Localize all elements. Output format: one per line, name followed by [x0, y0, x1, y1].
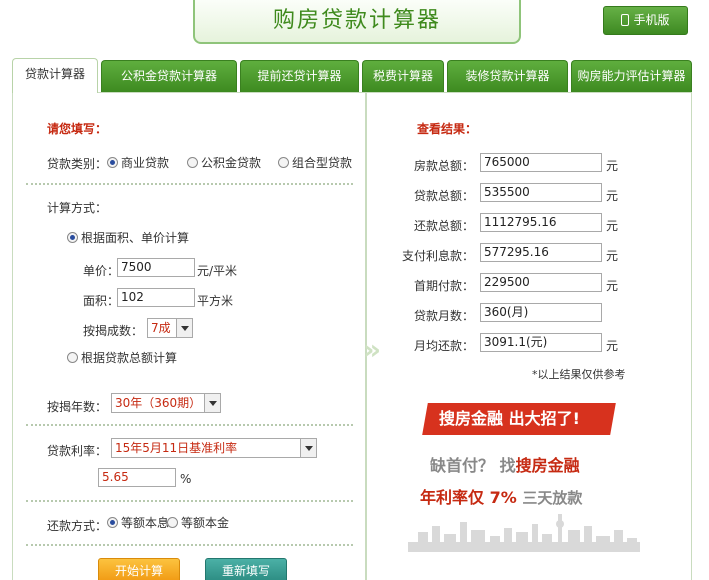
- result-loan-total[interactable]: 535500: [480, 183, 602, 202]
- calculator-tabs: 贷款计算器 公积金贷款计算器 提前还贷计算器 税费计算器 装修贷款计算器 购房能…: [12, 58, 692, 93]
- radio-icon[interactable]: [107, 517, 118, 528]
- rate-select-value: 15年5月11日基准利率: [115, 441, 238, 455]
- years-label: 按揭年数：: [47, 400, 108, 414]
- unit-price-label: 单价：: [83, 264, 120, 278]
- radio-icon[interactable]: [278, 157, 289, 168]
- area-unit: 平方米: [197, 294, 234, 308]
- radio-icon[interactable]: [187, 157, 198, 168]
- repay-label: 还款方式：: [47, 519, 108, 533]
- repay-equal-principal[interactable]: 等额本金: [167, 514, 229, 531]
- result-unit: 元: [606, 189, 619, 203]
- rate-select[interactable]: 15年5月11日基准利率: [111, 438, 317, 458]
- result-label-repay-total: 还款总额：: [413, 219, 474, 233]
- chevron-down-icon: [204, 394, 220, 412]
- result-down-payment[interactable]: 229500: [480, 273, 602, 292]
- method-area-label: 根据面积、单价计算: [81, 231, 190, 245]
- ratio-label: 按揭成数：: [83, 324, 144, 338]
- calc-method-label: 计算方式：: [47, 201, 108, 215]
- result-label-monthly-payment: 月均还款：: [413, 339, 474, 353]
- form-heading: 请您填写：: [47, 122, 108, 136]
- repay-equal-installment-label: 等额本息: [121, 516, 170, 530]
- reset-button[interactable]: 重新填写: [205, 558, 287, 580]
- dotted-divider: [26, 544, 353, 546]
- ratio-select[interactable]: 7成: [147, 318, 193, 338]
- rate-label: 贷款利率：: [47, 444, 108, 458]
- loan-type-combined-label: 组合型贷款: [292, 156, 353, 170]
- double-chevron-right-icon: »: [363, 333, 382, 366]
- loan-type-label: 贷款类别：: [47, 157, 108, 171]
- ratio-select-value: 7成: [151, 321, 171, 335]
- chevron-down-icon: [300, 439, 316, 457]
- tab-tax-calculator[interactable]: 税费计算器: [362, 60, 444, 92]
- result-unit: 元: [606, 279, 619, 293]
- dotted-divider: [26, 183, 353, 185]
- repay-equal-installment[interactable]: 等额本息: [107, 514, 169, 531]
- result-monthly-payment[interactable]: 3091.1(元): [480, 333, 602, 352]
- loan-type-combined[interactable]: 组合型贷款: [278, 154, 352, 171]
- method-total-label: 根据贷款总额计算: [81, 351, 178, 365]
- rate-input[interactable]: 5.65: [98, 468, 176, 487]
- tab-loan-calculator[interactable]: 贷款计算器: [12, 58, 98, 93]
- tab-renovation-calculator[interactable]: 装修贷款计算器: [447, 60, 568, 92]
- result-unit: 元: [606, 219, 619, 233]
- result-label-loan-total: 贷款总额：: [413, 189, 474, 203]
- mobile-version-button[interactable]: 手机版: [603, 6, 688, 35]
- result-label-house-total: 房款总额：: [413, 159, 474, 173]
- ad-text: 三天放款: [522, 489, 583, 507]
- unit-price-input[interactable]: 7500: [117, 258, 195, 277]
- method-total-option[interactable]: 根据贷款总额计算: [67, 349, 177, 366]
- loan-type-commercial-label: 商业贷款: [121, 156, 170, 170]
- result-unit: 元: [606, 249, 619, 263]
- loan-type-commercial[interactable]: 商业贷款: [107, 154, 169, 171]
- phone-icon: [621, 14, 630, 26]
- result-months[interactable]: 360(月): [480, 303, 602, 322]
- tab-housing-fund-calculator[interactable]: 公积金贷款计算器: [101, 60, 237, 92]
- repay-equal-principal-label: 等额本金: [181, 516, 230, 530]
- result-note: *以上结果仅供参考: [532, 368, 626, 381]
- ad-text: 搜房金融: [515, 456, 580, 475]
- loan-type-housing-fund-label: 公积金贷款: [201, 156, 262, 170]
- area-input[interactable]: 102: [117, 288, 195, 307]
- ad-banner[interactable]: 搜房金融 出大招了!: [422, 403, 616, 435]
- loan-type-housing-fund[interactable]: 公积金贷款: [187, 154, 261, 171]
- start-calculation-button[interactable]: 开始计算: [98, 558, 180, 580]
- result-unit: 元: [606, 159, 619, 173]
- area-label: 面积：: [83, 294, 120, 308]
- radio-icon[interactable]: [107, 157, 118, 168]
- unit-price-unit: 元/平米: [197, 264, 238, 278]
- result-house-total[interactable]: 765000: [480, 153, 602, 172]
- ad-line-1: 缺首付？ 找搜房金融: [430, 452, 580, 476]
- ad-text: 年利率仅 7%: [420, 488, 517, 507]
- result-unit: 元: [606, 339, 619, 353]
- dotted-divider: [26, 424, 353, 426]
- radio-icon[interactable]: [67, 232, 78, 243]
- tab-prepayment-calculator[interactable]: 提前还贷计算器: [240, 60, 359, 92]
- tab-affordability-calculator[interactable]: 购房能力评估计算器: [571, 60, 692, 92]
- result-label-down-payment: 首期付款：: [413, 279, 474, 293]
- mobile-button-label: 手机版: [633, 13, 670, 27]
- result-label-interest: 支付利息款：: [401, 249, 474, 263]
- result-repay-total[interactable]: 1112795.16: [480, 213, 602, 232]
- ad-text: 找: [499, 456, 516, 475]
- ad-banner-text: 搜房金融 出大招了!: [439, 409, 580, 428]
- ad-text: 缺首付？: [430, 456, 495, 475]
- chevron-down-icon: [176, 319, 192, 337]
- dotted-divider: [26, 500, 353, 502]
- years-select-value: 30年（360期）: [115, 396, 202, 410]
- radio-icon[interactable]: [67, 352, 78, 363]
- years-select[interactable]: 30年（360期）: [111, 393, 221, 413]
- ad-line-2: 年利率仅 7% 三天放款: [420, 484, 582, 508]
- page-title: 购房贷款计算器: [193, 0, 521, 44]
- radio-icon[interactable]: [167, 517, 178, 528]
- city-skyline-image: [408, 514, 640, 552]
- result-interest[interactable]: 577295.16: [480, 243, 602, 262]
- method-area-option[interactable]: 根据面积、单价计算: [67, 229, 189, 246]
- results-heading: 查看结果：: [417, 122, 478, 136]
- result-label-months: 贷款月数：: [413, 309, 474, 323]
- rate-unit: %: [180, 472, 192, 486]
